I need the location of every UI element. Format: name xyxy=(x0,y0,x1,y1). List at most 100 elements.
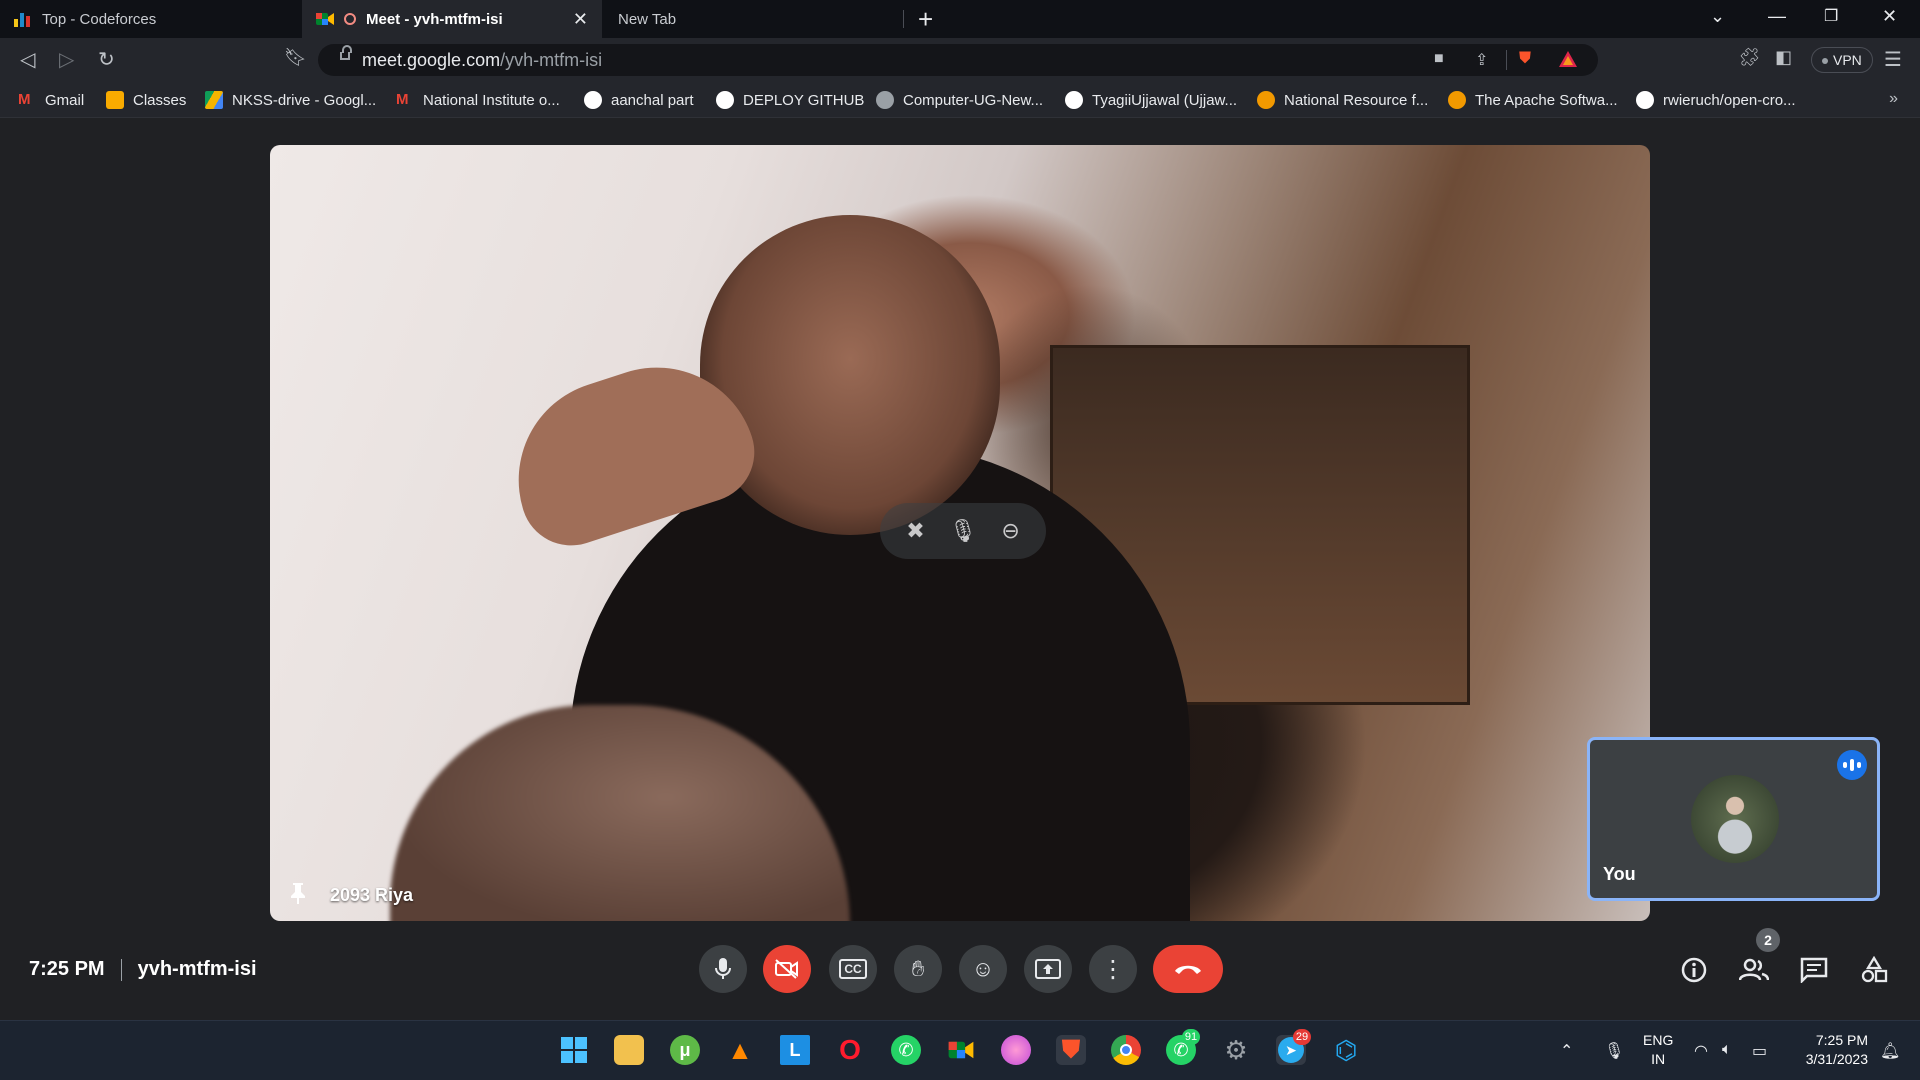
present-button[interactable] xyxy=(1024,945,1072,993)
vscode-icon[interactable]: ⌬ xyxy=(1331,1035,1361,1065)
bookmark-label: The Apache Softwa... xyxy=(1475,91,1618,109)
restore-button[interactable]: ❐ xyxy=(1824,6,1838,26)
chat-button[interactable] xyxy=(1797,953,1831,987)
more-bookmarks-icon[interactable]: » xyxy=(1889,90,1898,108)
minimize-button[interactable]: — xyxy=(1768,6,1786,27)
microphone-icon xyxy=(715,958,731,979)
bookmark-tyagiiujjawal[interactable]: TyagiiUjjawal (Ujjaw... xyxy=(1065,91,1237,109)
start-icon[interactable] xyxy=(559,1035,589,1065)
bookmark-label: Computer-UG-New... xyxy=(903,91,1044,109)
opera-icon[interactable]: O xyxy=(835,1034,865,1065)
raise-hand-button[interactable]: ✋︎ xyxy=(894,945,942,993)
unpin-icon[interactable]: ✖ xyxy=(906,518,924,544)
language: ENG xyxy=(1643,1032,1674,1048)
file-explorer-icon[interactable] xyxy=(614,1035,644,1065)
sidebar-icon[interactable]: ◧ xyxy=(1775,47,1792,68)
close-window-button[interactable]: ✕ xyxy=(1882,6,1897,27)
clock-time: 7:25 PM xyxy=(1815,1032,1868,1048)
battery-icon[interactable]: ▭ xyxy=(1752,1041,1767,1061)
bookmark-computer-ug[interactable]: Computer-UG-New... xyxy=(876,91,1043,109)
back-icon[interactable]: ◁ xyxy=(20,47,35,72)
whatsapp-icon[interactable]: ✆ xyxy=(891,1035,921,1065)
notifications-icon[interactable]: 🔔︎ xyxy=(1880,1041,1900,1061)
bookmark-open-cro[interactable]: rwieruch/open-cro... xyxy=(1636,91,1796,109)
mute-participant-icon[interactable]: 🎙︎ xyxy=(949,518,977,544)
participant-name: 2093 Riya xyxy=(330,885,414,905)
participant-video[interactable]: ✖ 🎙︎ ⊖ 2093 Riya xyxy=(270,145,1650,921)
more-options-button[interactable]: ⋮ xyxy=(1089,945,1137,993)
camera-in-use-icon[interactable]: ■ xyxy=(1434,50,1444,68)
github-icon xyxy=(716,91,734,109)
vpn-button[interactable]: VPN xyxy=(1811,47,1873,73)
share-icon[interactable]: ⇪ xyxy=(1475,50,1488,70)
pin-icon[interactable] xyxy=(288,881,308,905)
wifi-icon[interactable]: ◠ xyxy=(1694,1041,1708,1061)
tab-title: New Tab xyxy=(618,10,677,28)
drive-icon xyxy=(205,91,223,109)
bookmark-gmail[interactable]: M Gmail xyxy=(18,91,84,109)
bookmark-icon[interactable]: 🔖︎ xyxy=(284,47,307,68)
meeting-info-button[interactable] xyxy=(1677,953,1711,987)
browser-toolbar: ◁ ▷ ↻ 🔖︎ meet.google.com/yvh-mtfm-isi ■ … xyxy=(0,38,1920,82)
new-tab-button[interactable]: + xyxy=(918,4,933,35)
remove-participant-icon[interactable]: ⊖ xyxy=(1001,518,1019,544)
self-view-tile[interactable]: You xyxy=(1587,737,1880,901)
tab-codeforces[interactable]: Top - Codeforces xyxy=(0,0,300,38)
brave-browser-icon[interactable]: ⛊ xyxy=(1056,1035,1086,1065)
github-icon xyxy=(1636,91,1654,109)
end-call-icon xyxy=(1175,965,1201,974)
vlc-icon[interactable]: ▲ xyxy=(725,1035,755,1065)
app-icon[interactable] xyxy=(1001,1035,1031,1065)
bookmark-classes[interactable]: Classes xyxy=(106,91,186,109)
leave-call-button[interactable] xyxy=(1153,945,1223,993)
bookmark-label: Gmail xyxy=(45,91,85,109)
meet-icon xyxy=(316,11,334,27)
notification-badge: 91 xyxy=(1182,1029,1200,1045)
tab-search-icon[interactable]: ⌄ xyxy=(1710,6,1725,27)
meeting-time: 7:25 PM xyxy=(29,958,105,980)
activities-button[interactable] xyxy=(1857,953,1891,987)
utorrent-icon[interactable]: μ xyxy=(670,1035,700,1065)
bookmark-nkss-drive[interactable]: NKSS-drive - Googl... xyxy=(205,91,376,109)
windows-taskbar: μ ▲ L O ✆ ⛊ ✆ 91 ⚙ ➤ 29 ⌬ ⌃ 🎙︎ ENG IN ◠ … xyxy=(0,1020,1920,1080)
code-icon xyxy=(1448,91,1466,109)
close-tab-icon[interactable]: ✕ xyxy=(573,9,588,30)
tab-new-tab[interactable]: New Tab xyxy=(604,0,904,38)
region: IN xyxy=(1651,1051,1666,1067)
menu-icon[interactable]: ☰ xyxy=(1884,47,1902,72)
bookmark-national-resource[interactable]: National Resource f... xyxy=(1257,91,1428,109)
bookmark-apache[interactable]: The Apache Softwa... xyxy=(1448,91,1618,109)
forward-icon[interactable]: ▷ xyxy=(59,47,74,72)
bookmark-aanchal-part[interactable]: aanchal part xyxy=(584,91,694,109)
present-screen-icon xyxy=(1035,959,1061,979)
settings-icon[interactable]: ⚙ xyxy=(1221,1035,1251,1065)
microphone-button[interactable] xyxy=(699,945,747,993)
bookmark-label: DEPLOY GITHUB xyxy=(743,91,865,109)
brave-rewards-icon[interactable] xyxy=(1558,50,1578,73)
camera-off-button[interactable] xyxy=(763,945,811,993)
clock[interactable]: 7:25 PM 3/31/2023 xyxy=(1792,1031,1868,1069)
captions-icon: CC xyxy=(839,959,867,979)
url-text: meet.google.com/yvh-mtfm-isi xyxy=(362,50,603,70)
address-bar[interactable]: meet.google.com/yvh-mtfm-isi ■ ⇪ ⛊ xyxy=(318,44,1598,76)
reactions-button[interactable]: ☺ xyxy=(959,945,1007,993)
bookmark-deploy-github[interactable]: DEPLOY GITHUB xyxy=(716,91,864,109)
tab-strip: Top - Codeforces Meet - yvh-mtfm-isi ✕ N… xyxy=(0,0,1920,38)
language-indicator[interactable]: ENG IN xyxy=(1643,1031,1673,1069)
extensions-icon[interactable]: 🧩︎ xyxy=(1738,47,1761,68)
reload-icon[interactable]: ↻ xyxy=(98,47,115,72)
volume-icon[interactable]: 🔈︎ xyxy=(1722,1041,1732,1059)
emoji-icon: ☺ xyxy=(971,956,995,981)
meet-app-icon[interactable] xyxy=(946,1035,976,1065)
bookmark-national-institute[interactable]: M National Institute o... xyxy=(396,91,560,109)
people-button[interactable] xyxy=(1737,953,1771,987)
captions-button[interactable]: CC xyxy=(829,945,877,993)
tab-meet[interactable]: Meet - yvh-mtfm-isi ✕ xyxy=(302,0,602,38)
github-icon xyxy=(584,91,602,109)
l-app-icon[interactable]: L xyxy=(780,1035,810,1065)
video-face xyxy=(700,215,1000,535)
microphone-tray-icon[interactable]: 🎙︎ xyxy=(1604,1041,1624,1061)
brave-shield-icon[interactable]: ⛊ xyxy=(1519,50,1531,68)
show-hidden-icons-icon[interactable]: ⌃ xyxy=(1560,1041,1573,1061)
chrome-icon[interactable] xyxy=(1111,1035,1141,1065)
